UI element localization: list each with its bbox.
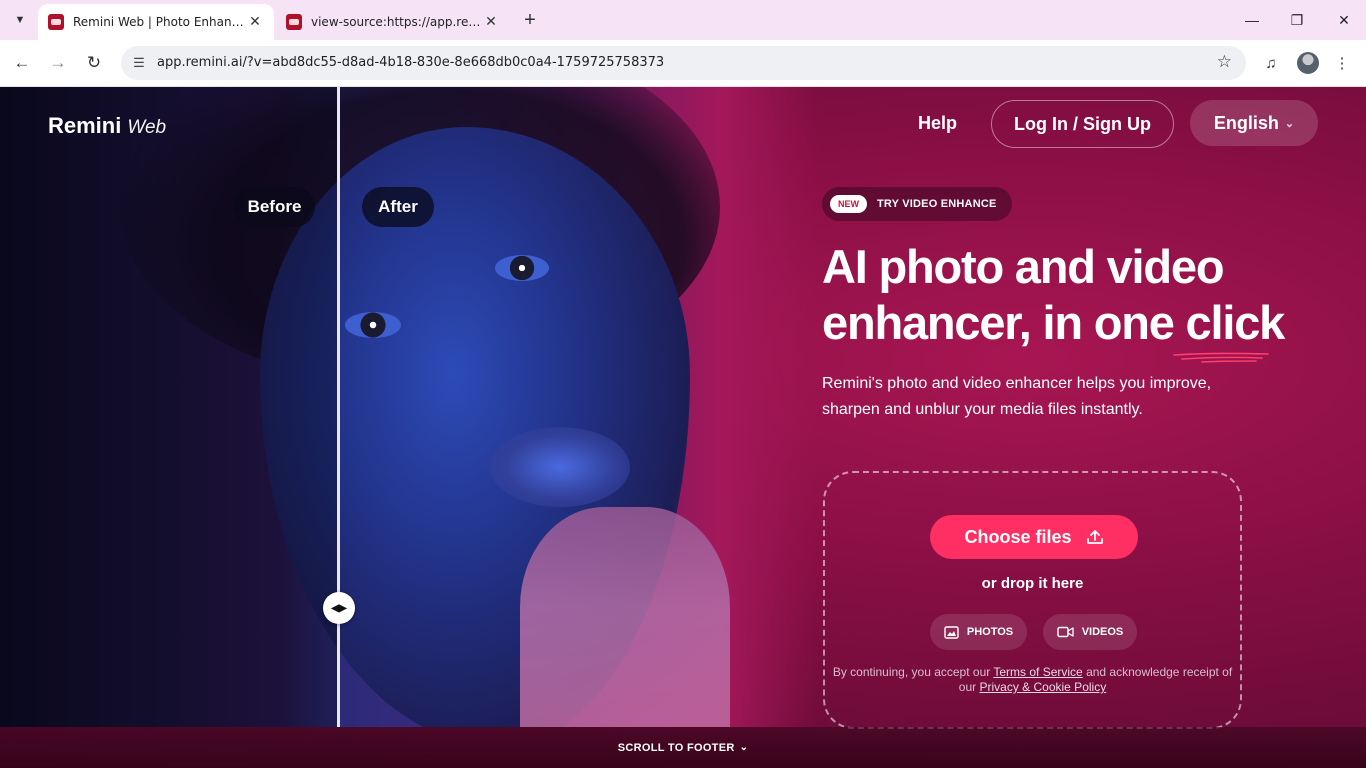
restore-button[interactable]: ❐ xyxy=(1285,8,1309,32)
chevron-down-icon: ⌄ xyxy=(739,742,749,753)
video-enhance-promo[interactable]: NEW TRY VIDEO ENHANCE xyxy=(822,187,1012,221)
chevron-down-icon: ▼ xyxy=(14,14,26,26)
minimize-button[interactable]: — xyxy=(1240,8,1264,32)
choose-files-label: Choose files xyxy=(964,526,1072,547)
new-tab-button[interactable]: + xyxy=(518,8,542,32)
choose-files-button[interactable]: Choose files xyxy=(930,515,1138,559)
upload-icon xyxy=(1086,530,1103,544)
videos-filter[interactable]: VIDEOS xyxy=(1043,614,1137,650)
reload-button[interactable]: ↻ xyxy=(81,50,107,76)
photos-label: PHOTOS xyxy=(966,626,1014,638)
scroll-to-footer-button[interactable]: SCROLL TO FOOTER ⌄ xyxy=(0,727,1366,768)
upload-dropzone[interactable]: Choose files or drop it here PHOTOS VIDE… xyxy=(823,471,1242,729)
photos-filter[interactable]: PHOTOS xyxy=(930,614,1027,650)
avatar[interactable] xyxy=(1297,52,1319,74)
arrow-right-icon: → xyxy=(49,53,67,72)
tab-remini[interactable]: Remini Web | Photo Enhancer ✕ xyxy=(38,4,274,40)
tune-icon[interactable]: ☰ xyxy=(129,53,149,73)
forward-button[interactable]: → xyxy=(45,50,71,76)
help-link[interactable]: Help xyxy=(918,113,957,134)
window-close-button[interactable]: ✕ xyxy=(1332,8,1356,32)
image-icon xyxy=(944,625,959,639)
close-icon[interactable]: ✕ xyxy=(482,13,500,31)
comparison-handle[interactable]: ◀▶ xyxy=(323,592,355,624)
kebab-menu-icon[interactable]: ⋮ xyxy=(1331,52,1353,74)
legal-notice: By continuing, you accept our Terms of S… xyxy=(825,665,1240,695)
language-selector[interactable]: English ⌄ xyxy=(1190,100,1318,146)
login-signup-button[interactable]: Log In / Sign Up xyxy=(991,100,1174,148)
chevron-down-icon: ⌄ xyxy=(1284,117,1295,130)
browser-toolbar: ← → ↻ ☰ app.remini.ai/?v=abd8dc55-d8ad-4… xyxy=(0,40,1366,87)
promo-text: TRY VIDEO ENHANCE xyxy=(877,198,997,210)
after-label: After xyxy=(362,187,434,227)
tab-search-button[interactable]: ▼ xyxy=(8,8,32,32)
remini-favicon-icon xyxy=(286,14,302,30)
media-queue-icon[interactable]: ♫ xyxy=(1260,52,1282,74)
terms-link[interactable]: Terms of Service xyxy=(993,665,1082,679)
arrows-horizontal-icon: ◀▶ xyxy=(331,602,347,614)
plus-icon: + xyxy=(524,8,536,31)
back-button[interactable]: ← xyxy=(9,50,35,76)
remini-logo[interactable]: Remini Web xyxy=(48,113,166,139)
page: ◀▶ Before After Remini Web Help Log In / … xyxy=(0,87,1366,768)
close-icon[interactable]: ✕ xyxy=(246,13,264,31)
star-icon[interactable]: ☆ xyxy=(1217,52,1232,72)
tab-view-source[interactable]: view-source:https://app.remini.ai ✕ xyxy=(276,4,510,40)
headline-line-2: enhancer, in one click xyxy=(822,296,1285,349)
tab-title: view-source:https://app.remini.ai xyxy=(311,15,482,29)
before-label: Before xyxy=(234,187,315,227)
scroll-label: SCROLL TO FOOTER xyxy=(617,741,735,754)
arrow-left-icon: ← xyxy=(13,53,31,72)
reload-icon: ↻ xyxy=(86,53,102,72)
videos-label: VIDEOS xyxy=(1081,626,1124,638)
underline-scribble-icon xyxy=(1173,352,1269,363)
new-badge: NEW xyxy=(830,195,867,213)
language-label: English xyxy=(1213,112,1279,133)
logo-text: Remini xyxy=(48,113,122,138)
page-title: AI photo and video enhancer, in one clic… xyxy=(822,239,1342,351)
legal-prefix: By continuing, you accept our xyxy=(832,665,991,679)
url-text[interactable]: app.remini.ai/?v=abd8dc55-d8ad-4b18-830e… xyxy=(157,55,664,70)
before-after-photo xyxy=(0,87,820,727)
remini-favicon-icon xyxy=(48,14,64,30)
browser-tabbar: ▼ Remini Web | Photo Enhancer ✕ view-sou… xyxy=(0,0,1366,40)
headline-line-1: AI photo and video xyxy=(822,240,1225,293)
tab-title: Remini Web | Photo Enhancer xyxy=(73,15,246,29)
drop-hint: or drop it here xyxy=(981,575,1084,592)
logo-sub-text: Web xyxy=(127,117,167,138)
hero-subtext: Remini's photo and video enhancer helps … xyxy=(822,375,1212,418)
video-camera-icon xyxy=(1057,626,1074,638)
address-bar[interactable]: ☰ app.remini.ai/?v=abd8dc55-d8ad-4b18-83… xyxy=(121,46,1246,80)
comparison-divider[interactable] xyxy=(337,87,340,727)
privacy-link[interactable]: Privacy & Cookie Policy xyxy=(979,680,1106,694)
